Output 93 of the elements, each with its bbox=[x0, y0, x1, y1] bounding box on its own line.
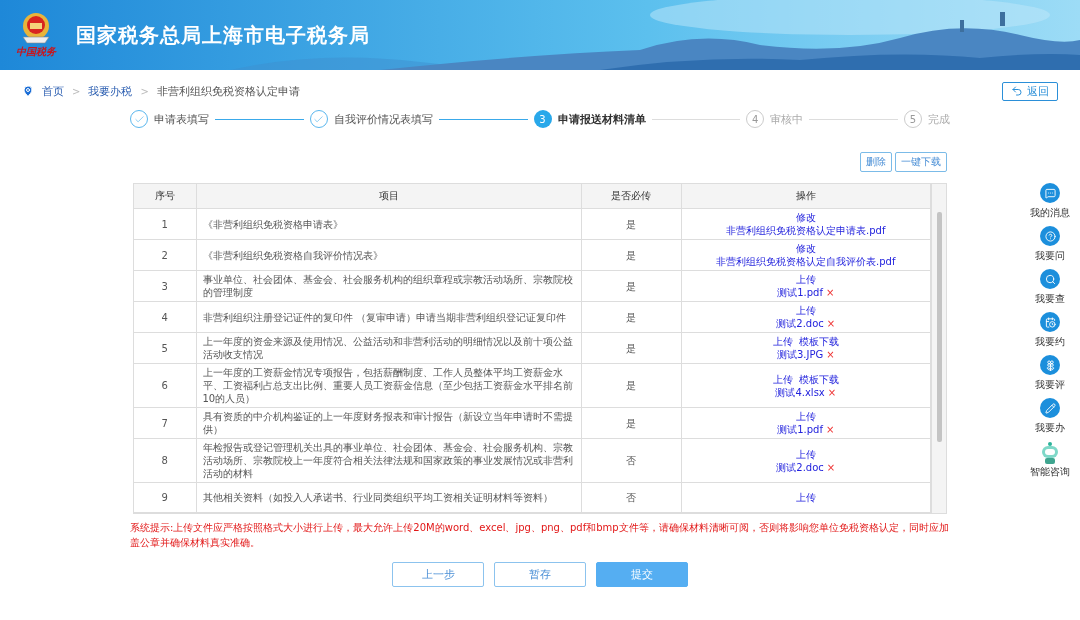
toolbar-button[interactable]: 一键下载 bbox=[895, 152, 947, 172]
emblem-icon bbox=[19, 11, 53, 45]
table-cell: 是 bbox=[581, 208, 681, 240]
action-link[interactable]: 上传 bbox=[772, 373, 793, 385]
file-link[interactable]: 测试4.xlsx bbox=[775, 386, 825, 398]
toolbar-button[interactable]: 删除 bbox=[860, 152, 892, 172]
flower-icon bbox=[1040, 355, 1060, 375]
robot-icon[interactable] bbox=[1039, 441, 1061, 465]
breadcrumb-link[interactable]: 首页 bbox=[42, 83, 64, 99]
table-cell: 1 bbox=[134, 208, 196, 240]
side-nav-item[interactable]: 我要问 bbox=[1035, 226, 1065, 263]
remove-icon[interactable]: × bbox=[826, 461, 836, 473]
table-cell: 事业单位、社会团体、基金会、社会服务机构的组织章程或宗教活动场所、宗教院校的管理制度 bbox=[196, 270, 581, 302]
remove-icon[interactable]: × bbox=[825, 424, 835, 435]
logo-text: 中国税务 bbox=[16, 45, 56, 59]
file-link[interactable]: 测试1.pdf bbox=[777, 424, 823, 435]
remove-icon[interactable]: × bbox=[826, 349, 835, 360]
column-header: 操作 bbox=[681, 184, 931, 209]
table-cell: 年检报告或登记管理机关出具的事业单位、社会团体、基金会、社会服务机构、宗教活动场所、宗教院校上一年度符合相关法律法规和国家政策的事业发展情况或非营利活动的材料 bbox=[196, 438, 581, 483]
table-cell: 8 bbox=[134, 438, 196, 483]
action-link[interactable]: 上传 bbox=[795, 305, 816, 316]
table-cell: 《非营利组织免税资格自我评价情况表》 bbox=[196, 239, 581, 271]
file-link[interactable]: 测试3.JPG bbox=[776, 349, 824, 360]
file-link[interactable]: 测试2.doc bbox=[776, 461, 824, 473]
action-link[interactable]: 修改 bbox=[795, 212, 816, 223]
column-header: 是否必传 bbox=[581, 184, 681, 209]
breadcrumb-link[interactable]: 我要办税 bbox=[88, 83, 133, 99]
side-nav-item[interactable]: 我的消息 bbox=[1030, 183, 1070, 220]
calendar-icon bbox=[1040, 312, 1060, 332]
back-button[interactable]: 返回 bbox=[1002, 81, 1058, 101]
breadcrumb-separator: > bbox=[72, 85, 81, 97]
table-cell: 是 bbox=[581, 363, 681, 408]
file-link[interactable]: 测试1.pdf bbox=[777, 287, 823, 298]
side-nav-item[interactable]: 我要查 bbox=[1035, 269, 1065, 306]
action-link[interactable]: 上传 bbox=[795, 448, 816, 460]
assistant-label: 智能咨询 bbox=[1030, 465, 1070, 479]
side-nav-item[interactable]: 我要办 bbox=[1035, 398, 1065, 435]
step-label: 完成 bbox=[928, 111, 950, 127]
step-number: 3 bbox=[533, 110, 552, 128]
table-cell: 是 bbox=[581, 239, 681, 271]
table-cell: 是 bbox=[581, 270, 681, 302]
table-cell: 否 bbox=[581, 438, 681, 483]
action-link[interactable]: 模板下载 bbox=[798, 373, 839, 385]
table-cell: 4 bbox=[134, 301, 196, 333]
site-title: 国家税务总局上海市电子税务局 bbox=[76, 21, 370, 49]
table-cell: 3 bbox=[134, 270, 196, 302]
table-cell: 是 bbox=[581, 332, 681, 364]
notice-text: 系统提示:上传文件应严格按照格式大小进行上传，最大允许上传20M的word、excel、jpg、png、pdf和bmp文件等，请确保材料清晰可阅，否则将影响您单位免税资格认定，同时应加盖公章并确保材料真实准确。 bbox=[130, 521, 950, 550]
table-cell: 7 bbox=[134, 407, 196, 439]
remove-icon[interactable]: × bbox=[826, 318, 836, 329]
table-cell: 《非营利组织免税资格申请表》 bbox=[196, 208, 581, 240]
side-nav-item[interactable]: 我要约 bbox=[1035, 312, 1065, 349]
table-cell: 5 bbox=[134, 332, 196, 364]
scrollbar[interactable] bbox=[931, 184, 946, 513]
action-link[interactable]: 修改 bbox=[795, 243, 816, 254]
action-link[interactable]: 模板下载 bbox=[798, 336, 839, 347]
file-link[interactable]: 非营利组织免税资格认定自我评价表.pdf bbox=[716, 256, 896, 267]
side-nav-item[interactable]: 我要评 bbox=[1035, 355, 1065, 392]
location-pin-icon bbox=[22, 85, 34, 97]
table-cell: 9 bbox=[134, 482, 196, 513]
file-link[interactable]: 非营利组织免税资格认定申请表.pdf bbox=[726, 225, 886, 236]
remove-icon[interactable]: × bbox=[825, 287, 835, 298]
step-label: 审核中 bbox=[770, 111, 804, 127]
footer-button[interactable]: 上一步 bbox=[392, 562, 484, 587]
breadcrumb-separator: > bbox=[140, 85, 149, 97]
table-cell: 6 bbox=[134, 363, 196, 408]
chat-icon bbox=[1040, 183, 1060, 203]
footer-button[interactable]: 暂存 bbox=[494, 562, 586, 587]
action-link[interactable]: 上传 bbox=[795, 274, 816, 285]
undo-arrow-icon bbox=[1011, 85, 1023, 97]
step-label: 申请表填写 bbox=[154, 111, 209, 127]
search-icon bbox=[1040, 269, 1060, 289]
step-label: 自我评价情况表填写 bbox=[333, 111, 433, 127]
table-cell: 2 bbox=[134, 239, 196, 271]
table-cell: 是 bbox=[581, 301, 681, 333]
table-cell: 非营利组织注册登记证件的复印件 （复审申请）申请当期非营利组织登记证复印件 bbox=[196, 301, 581, 333]
table-cell: 上一年度的工资薪金情况专项报告，包括薪酬制度、工作人员整体平均工资薪金水平、工资福利占总支出比例、重要人员工资薪金信息（至少包括工资薪金水平排名前10的人员） bbox=[196, 363, 581, 408]
table-cell: 否 bbox=[581, 482, 681, 513]
step-label: 申请报送材料清单 bbox=[557, 111, 646, 127]
help-icon bbox=[1040, 226, 1060, 246]
column-header: 序号 bbox=[134, 184, 196, 209]
action-link[interactable]: 上传 bbox=[772, 336, 793, 347]
pencil-icon bbox=[1040, 398, 1060, 418]
column-header: 项目 bbox=[196, 184, 581, 209]
breadcrumb-current: 非营利组织免税资格认定申请 bbox=[156, 83, 300, 99]
table-cell: 其他相关资料（如投入人承诺书、行业同类组织平均工资相关证明材料等资料） bbox=[196, 482, 581, 513]
file-link[interactable]: 测试2.doc bbox=[776, 318, 824, 329]
table-cell: 上一年度的资金来源及使用情况、公益活动和非营利活动的明细情况以及前十项公益活动收支情况 bbox=[196, 332, 581, 364]
remove-icon[interactable]: × bbox=[827, 386, 837, 398]
table-cell: 具有资质的中介机构鉴证的上一年度财务报表和审计报告（新设立当年申请时不需提供） bbox=[196, 407, 581, 439]
action-link[interactable]: 上传 bbox=[795, 492, 816, 503]
table-cell: 是 bbox=[581, 407, 681, 439]
action-link[interactable]: 上传 bbox=[795, 411, 816, 422]
